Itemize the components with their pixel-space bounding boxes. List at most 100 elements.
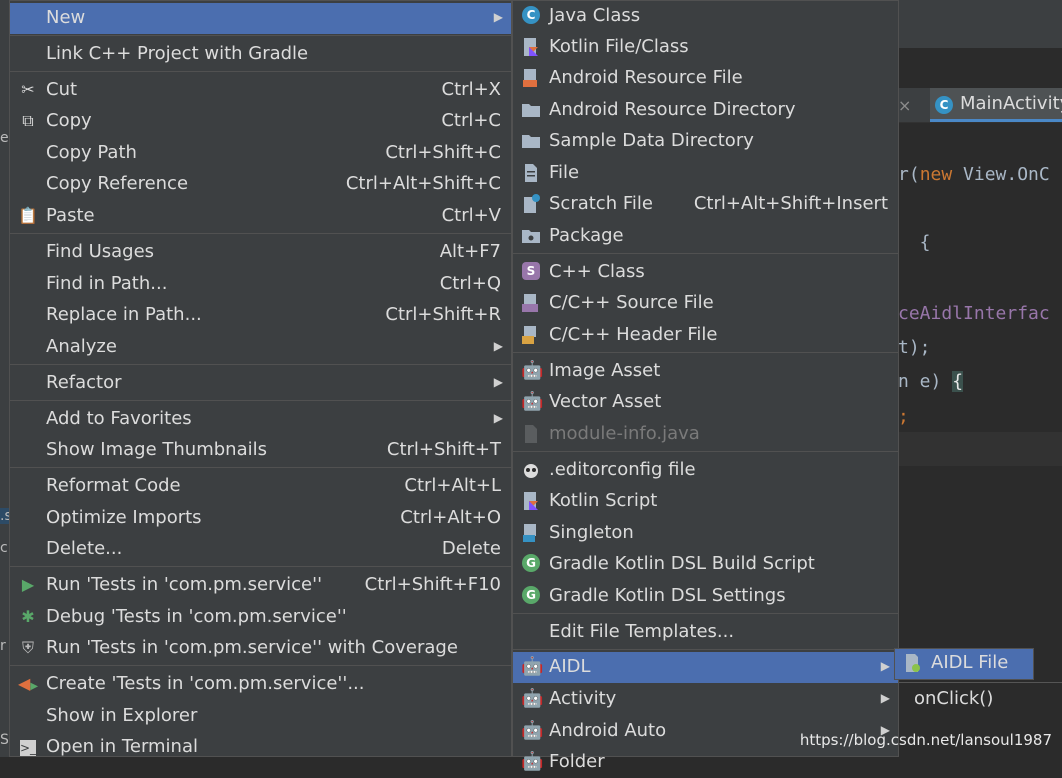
- create-test-icon: ◀▶: [18, 674, 39, 693]
- code-line: t);: [898, 337, 931, 358]
- menu-item-show-thumbnails[interactable]: Show Image Thumbnails Ctrl+Shift+T: [10, 435, 511, 466]
- left-edge-text: r: [0, 638, 6, 654]
- menu-item-activity[interactable]: 🤖 Activity ▶: [513, 684, 898, 715]
- scissors-icon: ✂: [21, 80, 35, 99]
- cpp-header-icon: [521, 325, 541, 345]
- singleton-icon: [521, 523, 541, 543]
- folder-icon: [521, 131, 541, 151]
- editor-toolbar-strip: [898, 0, 1062, 48]
- submenu-arrow-icon: ▶: [493, 339, 503, 353]
- menu-item-analyze[interactable]: Analyze ▶: [10, 332, 511, 363]
- code-line: {: [898, 232, 931, 253]
- separator: [10, 467, 511, 468]
- menu-item-cpp-class[interactable]: S C++ Class: [513, 257, 898, 288]
- menu-item-android-resource-file[interactable]: Android Resource File: [513, 63, 898, 94]
- menu-item-refactor[interactable]: Refactor ▶: [10, 368, 511, 399]
- menu-item-java-class[interactable]: C Java Class: [513, 1, 898, 32]
- menu-item-folder[interactable]: 🤖 Folder: [513, 747, 898, 778]
- android-icon: 🤖: [521, 720, 544, 741]
- code-line: ;: [898, 406, 909, 427]
- submenu-arrow-icon: ▶: [493, 375, 503, 389]
- caret-line-highlight: [898, 432, 1062, 466]
- class-icon: C: [935, 96, 953, 114]
- menu-item-show-explorer[interactable]: Show in Explorer: [10, 701, 511, 732]
- menu-item-cut[interactable]: ✂ Cut Ctrl+X: [10, 75, 511, 106]
- code-line: r(new View.OnC: [898, 164, 1050, 185]
- menu-item-file[interactable]: File: [513, 158, 898, 189]
- menu-item-optimize-imports[interactable]: Optimize Imports Ctrl+Alt+O: [10, 503, 511, 534]
- menu-item-vector-asset[interactable]: 🤖 Vector Asset: [513, 387, 898, 418]
- android-icon: 🤖: [521, 751, 544, 772]
- tab-close-icon[interactable]: ×: [898, 96, 911, 115]
- folder-icon: [521, 100, 541, 120]
- separator: [513, 253, 898, 254]
- separator: [10, 71, 511, 72]
- separator: [513, 613, 898, 614]
- separator: [513, 352, 898, 353]
- separator: [10, 566, 511, 567]
- scratch-file-icon: [521, 194, 541, 214]
- run-icon: ▶: [21, 575, 35, 594]
- menu-item-singleton[interactable]: Singleton: [513, 518, 898, 549]
- code-line: ceAidlInterfac: [898, 303, 1050, 324]
- gradle-icon: G: [522, 554, 540, 572]
- menu-item-copy-path[interactable]: Copy Path Ctrl+Shift+C: [10, 138, 511, 169]
- menu-item-sample-data-directory[interactable]: Sample Data Directory: [513, 126, 898, 157]
- android-icon: 🤖: [521, 360, 544, 381]
- menu-item-copy[interactable]: ⧉ Copy Ctrl+C: [10, 106, 511, 137]
- menu-item-link-cpp[interactable]: Link C++ Project with Gradle: [10, 39, 511, 70]
- menu-item-add-favorites[interactable]: Add to Favorites ▶: [10, 404, 511, 435]
- menu-item-scratch-file[interactable]: Scratch File Ctrl+Alt+Shift+Insert: [513, 189, 898, 220]
- android-icon: 🤖: [521, 391, 544, 412]
- menu-item-paste[interactable]: 📋 Paste Ctrl+V: [10, 201, 511, 232]
- menu-item-image-asset[interactable]: 🤖 Image Asset: [513, 356, 898, 387]
- clipboard-icon: 📋: [18, 206, 38, 225]
- menu-item-android-resource-directory[interactable]: Android Resource Directory: [513, 95, 898, 126]
- menu-item-gradle-build-script[interactable]: G Gradle Kotlin DSL Build Script: [513, 549, 898, 580]
- menu-item-copy-reference[interactable]: Copy Reference Ctrl+Alt+Shift+C: [10, 169, 511, 200]
- android-icon: 🤖: [521, 688, 544, 709]
- submenu-arrow-icon: ▶: [880, 691, 890, 705]
- aidl-file-icon: [903, 653, 923, 673]
- menu-item-new[interactable]: New ▶: [10, 3, 511, 34]
- android-icon: 🤖: [521, 656, 544, 677]
- left-edge-text: S: [0, 732, 9, 748]
- menu-item-aidl[interactable]: 🤖 AIDL ▶: [513, 652, 898, 683]
- separator: [10, 35, 511, 36]
- menu-item-aidl-file[interactable]: AIDL File: [895, 649, 1033, 679]
- java-class-icon: C: [522, 6, 540, 24]
- menu-item-run-coverage[interactable]: ⛨ Run 'Tests in 'com.pm.service'' with C…: [10, 633, 511, 664]
- menu-item-cpp-source[interactable]: C/C++ Source File: [513, 288, 898, 319]
- menu-item-kotlin-file[interactable]: Kotlin File/Class: [513, 32, 898, 63]
- completion-item-onclick[interactable]: onClick(): [914, 688, 993, 709]
- context-menu: New ▶ Link C++ Project with Gradle ✂ Cut…: [9, 0, 512, 757]
- cpp-source-icon: [521, 293, 541, 313]
- cpp-class-icon: S: [522, 262, 540, 280]
- menu-item-package[interactable]: Package: [513, 221, 898, 252]
- java-file-icon: [521, 424, 541, 444]
- menu-item-module-info[interactable]: module-info.java: [513, 419, 898, 450]
- coverage-shield-icon: ⛨: [21, 638, 34, 657]
- menu-item-delete[interactable]: Delete... Delete: [10, 534, 511, 565]
- tab-label[interactable]: MainActivity: [960, 93, 1062, 114]
- menu-item-find-in-path[interactable]: Find in Path... Ctrl+Q: [10, 269, 511, 300]
- package-icon: [521, 226, 541, 246]
- separator: [10, 233, 511, 234]
- menu-item-create-tests[interactable]: ◀▶ Create 'Tests in 'com.pm.service''...: [10, 669, 511, 700]
- code-line: n e) {: [898, 371, 964, 392]
- menu-item-cpp-header[interactable]: C/C++ Header File: [513, 320, 898, 351]
- left-edge-text: c: [0, 540, 8, 556]
- menu-item-run-tests[interactable]: ▶ Run 'Tests in 'com.pm.service'' Ctrl+S…: [10, 570, 511, 601]
- menu-item-reformat-code[interactable]: Reformat Code Ctrl+Alt+L: [10, 471, 511, 502]
- separator: [10, 665, 511, 666]
- menu-item-find-usages[interactable]: Find Usages Alt+F7: [10, 237, 511, 268]
- menu-item-debug-tests[interactable]: ✱ Debug 'Tests in 'com.pm.service'': [10, 602, 511, 633]
- menu-item-open-terminal[interactable]: >_ Open in Terminal: [10, 732, 511, 763]
- submenu-arrow-icon: ▶: [493, 10, 503, 24]
- watermark-url: https://blog.csdn.net/lansoul1987: [799, 731, 1052, 749]
- menu-item-editorconfig[interactable]: .editorconfig file: [513, 455, 898, 486]
- menu-item-edit-file-templates[interactable]: Edit File Templates...: [513, 617, 898, 648]
- menu-item-kotlin-script[interactable]: Kotlin Script: [513, 486, 898, 517]
- menu-item-replace-in-path[interactable]: Replace in Path... Ctrl+Shift+R: [10, 300, 511, 331]
- menu-item-gradle-settings[interactable]: G Gradle Kotlin DSL Settings: [513, 581, 898, 612]
